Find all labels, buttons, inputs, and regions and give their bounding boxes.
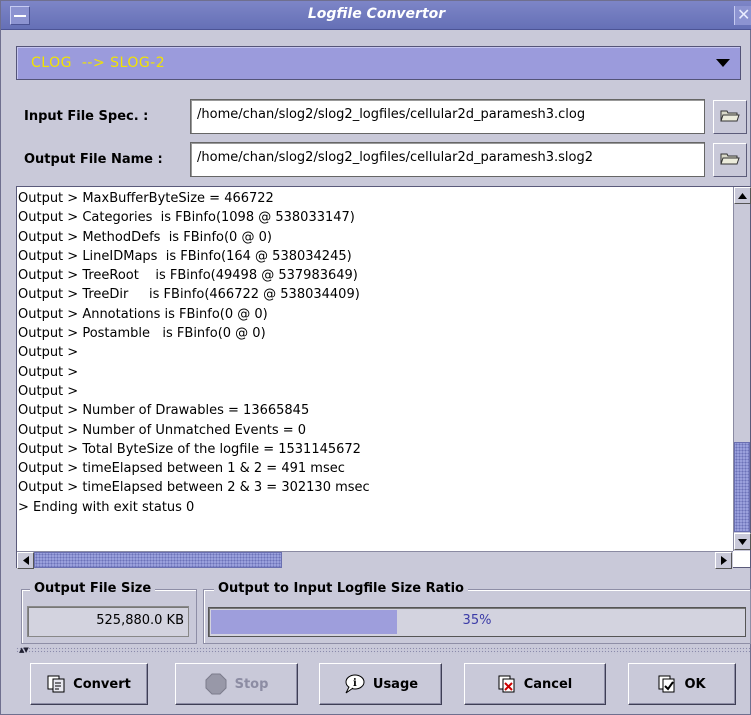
converter-select-value: CLOG --> SLOG-2 (31, 55, 166, 71)
split-arrows-icon[interactable]: ▲▼ (19, 646, 29, 654)
cancel-icon (498, 675, 516, 693)
log-line: Output > (18, 364, 79, 380)
log-output-panel[interactable]: Output > MaxBufferByteSize = 466722 Outpu… (16, 186, 751, 569)
cancel-button[interactable]: Cancel (464, 663, 606, 705)
output-size-value: 525,880.0 KB (27, 606, 189, 637)
log-line: Output > (18, 383, 79, 399)
input-file-label: Input File Spec. : (24, 109, 149, 124)
log-line: Output > MaxBufferByteSize = 466722 (18, 191, 274, 206)
log-line: Output > LineIDMaps is FBinfo(164 @ 5380… (18, 248, 352, 264)
output-file-label: Output File Name : (24, 152, 163, 167)
log-line: Output > Categories is FBinfo(1098 @ 538… (18, 210, 355, 226)
convert-icon (47, 675, 65, 693)
log-line: Output > Postamble is FBinfo(0 @ 0) (18, 326, 266, 342)
folder-open-icon (720, 108, 740, 126)
log-line: Output > timeElapsed between 2 & 3 = 302… (18, 480, 370, 496)
svg-text:i: i (353, 678, 357, 689)
usage-icon: i (343, 673, 365, 695)
progress-percent: 35% (462, 613, 492, 628)
size-ratio-progress-bar: 35% (208, 607, 746, 637)
stop-label: Stop (234, 676, 269, 692)
horizontal-scroll-thumb[interactable] (34, 552, 282, 568)
convert-button[interactable]: Convert (30, 663, 148, 705)
log-line: Output > (18, 345, 79, 361)
log-output-text: Output > MaxBufferByteSize = 466722 Outpu… (18, 189, 732, 549)
folder-open-icon (720, 151, 740, 169)
output-size-title: Output File Size (30, 581, 156, 596)
scroll-down-icon[interactable] (734, 533, 751, 550)
close-icon[interactable]: ✕ (734, 5, 751, 25)
window-title: Logfile Convertor (307, 6, 446, 22)
scroll-left-icon[interactable] (17, 552, 34, 569)
log-vertical-scrollbar[interactable] (733, 187, 751, 551)
logfile-convertor-window: Logfile Convertor ✕ CLOG --> SLOG-2 Inpu… (0, 0, 751, 715)
cancel-label: Cancel (523, 676, 573, 692)
log-line: Output > TreeDir is FBinfo(466722 @ 5380… (18, 287, 360, 303)
scroll-up-icon[interactable] (734, 187, 751, 204)
convert-label: Convert (73, 676, 131, 692)
size-ratio-title: Output to Input Logfile Size Ratio (214, 581, 468, 596)
ok-button[interactable]: OK (628, 663, 736, 705)
log-line: Output > Total ByteSize of the logfile =… (18, 441, 361, 457)
output-browse-button[interactable] (713, 143, 747, 177)
log-horizontal-scrollbar[interactable] (17, 551, 733, 569)
stop-button[interactable]: Stop (175, 663, 298, 705)
chevron-down-icon[interactable] (706, 47, 740, 79)
log-line: > Ending with exit status 0 (18, 499, 195, 515)
ok-label: OK (684, 676, 706, 692)
input-browse-button[interactable] (713, 100, 747, 134)
input-file-field[interactable]: /home/chan/slog2/slog2_logfiles/cellular… (190, 99, 705, 134)
log-line: Output > TreeRoot is FBinfo(49498 @ 5379… (18, 268, 358, 284)
log-line: Output > Annotations is FBinfo(0 @ 0) (18, 306, 268, 322)
output-file-field[interactable]: /home/chan/slog2/slog2_logfiles/cellular… (190, 142, 705, 177)
title-bar[interactable]: Logfile Convertor ✕ (1, 1, 751, 30)
log-line: Output > Number of Drawables = 13665845 (18, 403, 310, 419)
stop-icon (205, 673, 227, 695)
usage-button[interactable]: i Usage (319, 663, 442, 705)
scroll-right-icon[interactable] (715, 552, 732, 569)
vertical-scroll-thumb[interactable] (734, 442, 750, 532)
log-line: Output > Number of Unmatched Events = 0 (18, 422, 307, 438)
converter-select[interactable]: CLOG --> SLOG-2 (16, 46, 741, 80)
split-divider[interactable] (16, 647, 751, 654)
log-line: Output > timeElapsed between 1 & 2 = 491… (18, 461, 345, 477)
ok-icon (658, 675, 676, 693)
log-line: Output > MethodDefs is FBinfo(0 @ 0) (18, 229, 272, 245)
usage-label: Usage (372, 676, 419, 692)
